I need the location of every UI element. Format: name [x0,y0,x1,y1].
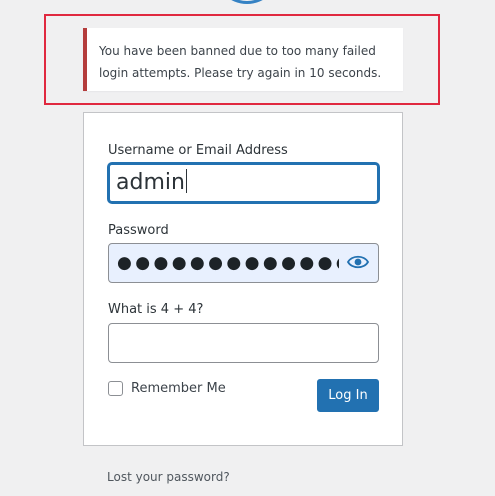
eye-icon [346,255,370,269]
password-label: Password [108,223,169,238]
error-notice-line-1: You have been banned due to too many fai… [99,44,376,58]
log-in-button[interactable]: Log In [317,379,379,412]
captcha-answer-input[interactable] [108,323,379,363]
username-label: Username or Email Address [108,143,288,158]
error-notice: You have been banned due to too many fai… [83,28,403,91]
show-password-button[interactable] [346,253,370,273]
site-logo[interactable] [214,0,280,4]
login-form: Username or Email Address admin Password… [83,112,403,446]
username-input[interactable]: admin [108,163,379,203]
remember-me-checkbox[interactable] [108,381,123,396]
remember-me-label[interactable]: Remember Me [131,381,226,396]
password-mask: ●●●●●●●●●●●●●●●● [117,253,339,273]
error-notice-line-2: login attempts. Please try again in 10 s… [99,66,382,80]
remember-me[interactable]: Remember Me [108,381,226,396]
captcha-question-label: What is 4 + 4? [108,302,204,317]
lost-password-link[interactable]: Lost your password? [107,470,230,484]
password-input[interactable]: ●●●●●●●●●●●●●●●● [108,243,379,283]
text-caret [185,169,187,193]
username-value: admin [116,170,185,195]
